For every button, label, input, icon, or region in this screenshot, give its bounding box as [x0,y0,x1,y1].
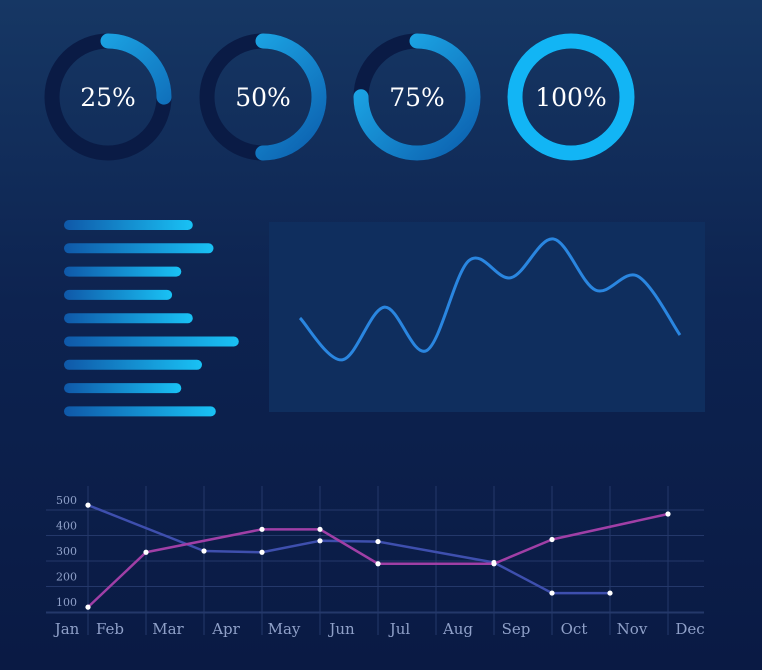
donut-label-2: 75% [389,83,445,112]
series-1-point-4 [375,561,381,567]
series-1-point-1 [143,549,149,555]
series-0-point-1 [201,548,207,554]
series-1-point-0 [85,604,91,610]
x-tick-7: Aug [442,620,473,638]
hbar-3 [64,289,173,300]
hbar-2 [64,266,182,277]
x-tick-5: Jun [327,620,355,638]
hbar-6 [64,359,202,370]
y-tick-3: 200 [56,571,77,584]
y-tick-0: 500 [56,494,77,507]
y-tick-1: 400 [56,520,77,533]
hbar-8 [64,406,216,417]
x-tick-0: Jan [53,620,80,638]
series-1-point-2 [259,526,265,532]
horizontal-bar-chart [64,220,239,417]
series-0-point-0 [85,502,91,508]
donut-label-1: 50% [235,83,291,112]
dashboard-canvas: 25% 50% 75% 100% 500 400 300 200 100 Jan Feb Mar Ap… [44,33,705,638]
hbar-1 [64,243,214,254]
hbar-0 [64,220,193,230]
x-tick-2: Mar [152,620,184,638]
series-1-point-6 [549,536,555,543]
x-tick-6: Jul [388,620,411,638]
series-0-point-3 [317,538,323,544]
x-tick-11: Dec [675,620,704,638]
series-1-point-3 [317,526,323,532]
donut-label-3: 100% [535,83,606,112]
x-tick-10: Nov [617,620,648,638]
x-tick-4: May [268,620,301,638]
series-0-point-6 [549,590,555,596]
x-tick-8: Sep [502,620,531,638]
series-1-point-5 [491,561,497,567]
hbar-7 [64,383,182,394]
wave-chart-panel [269,222,705,412]
donut-label-0: 25% [80,83,136,112]
x-tick-9: Oct [561,620,588,638]
hbar-4 [64,313,193,324]
line-chart: 500 400 300 200 100 Jan Feb Mar Apr May Jun Jul Aug S… [46,486,705,638]
series-1-point-7 [665,511,671,517]
donut-charts: 25% 50% 75% 100% [44,33,635,161]
series-0-point-4 [375,538,381,545]
series-0-point-7 [607,590,613,596]
x-tick-1: Feb [96,620,124,638]
hbar-5 [64,336,239,347]
y-tick-4: 100 [56,596,77,609]
y-tick-2: 300 [56,545,77,558]
series-0-point-2 [259,549,265,555]
x-tick-3: Apr [211,620,240,638]
